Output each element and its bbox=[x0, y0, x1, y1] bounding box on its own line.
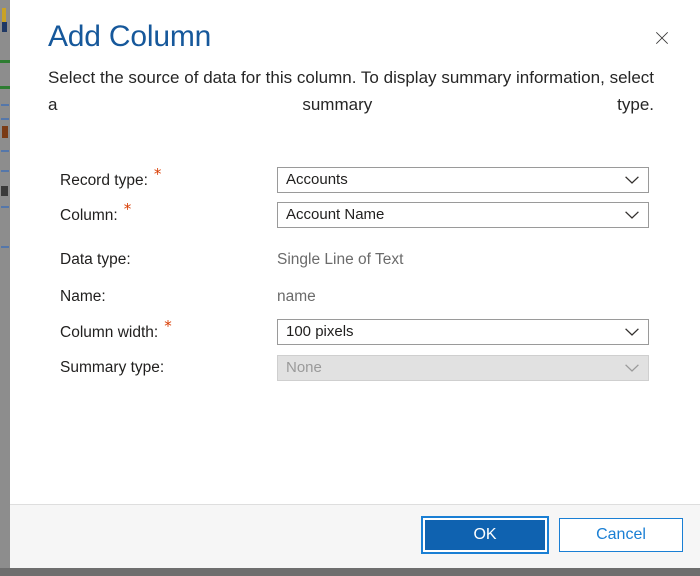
label-column-text: Column: bbox=[60, 207, 118, 225]
form-row-data-type: Data type: Single Line of Text bbox=[10, 247, 700, 273]
label-data-type: Data type: bbox=[60, 247, 131, 273]
chevron-down-icon bbox=[625, 203, 639, 227]
add-column-dialog: Add Column Select the source of data for… bbox=[10, 0, 700, 568]
page-title: Add Column bbox=[48, 20, 212, 53]
required-asterisk: * bbox=[123, 200, 132, 218]
control-summary-type: None bbox=[277, 355, 649, 381]
form-row-column: Column: * Account Name bbox=[10, 202, 700, 228]
chevron-down-icon bbox=[625, 356, 639, 380]
control-column: Account Name bbox=[277, 202, 649, 228]
chevron-down-icon bbox=[625, 168, 639, 192]
data-type-value: Single Line of Text bbox=[277, 251, 404, 268]
background-horizontal-scrollbar[interactable] bbox=[0, 568, 700, 576]
column-width-dropdown[interactable]: 100 pixels bbox=[277, 319, 649, 345]
dialog-header: Add Column bbox=[10, 0, 700, 56]
required-asterisk: * bbox=[153, 165, 162, 183]
record-type-value: Accounts bbox=[286, 171, 348, 188]
close-icon[interactable] bbox=[650, 26, 674, 50]
label-name-text: Name: bbox=[60, 288, 106, 305]
label-column: Column: * bbox=[60, 202, 131, 229]
column-dropdown[interactable]: Account Name bbox=[277, 202, 649, 228]
label-summary-type: Summary type: bbox=[60, 355, 164, 381]
chevron-down-icon bbox=[625, 320, 639, 344]
label-summary-type-text: Summary type: bbox=[60, 359, 165, 376]
background-page-sliver bbox=[0, 0, 10, 568]
form-row-column-width: Column width: * 100 pixels bbox=[10, 319, 700, 345]
dialog-description: Select the source of data for this colum… bbox=[48, 68, 654, 114]
control-record-type: Accounts bbox=[277, 167, 649, 193]
label-data-type-text: Data type: bbox=[60, 251, 131, 268]
record-type-dropdown[interactable]: Accounts bbox=[277, 167, 649, 193]
form-row-record-type: Record type: * Accounts bbox=[10, 167, 700, 193]
label-name: Name: bbox=[60, 284, 106, 310]
form-row-name: Name: name bbox=[10, 284, 700, 310]
label-column-width: Column width: * bbox=[60, 319, 172, 346]
ok-button[interactable]: OK bbox=[421, 516, 549, 554]
column-value: Account Name bbox=[286, 206, 385, 223]
column-width-value: 100 pixels bbox=[286, 323, 354, 340]
summary-type-dropdown: None bbox=[277, 355, 649, 381]
add-column-form: Record type: * Accounts Column: * Accoun… bbox=[10, 155, 700, 495]
cancel-button[interactable]: Cancel bbox=[559, 518, 683, 552]
summary-type-value: None bbox=[286, 359, 322, 376]
label-record-type: Record type: * bbox=[60, 167, 161, 194]
form-row-summary-type: Summary type: None bbox=[10, 355, 700, 381]
name-value: name bbox=[277, 288, 316, 305]
label-record-type-text: Record type: bbox=[60, 172, 148, 190]
required-asterisk: * bbox=[164, 317, 172, 335]
dialog-footer: OK Cancel bbox=[10, 504, 700, 568]
label-column-width-text: Column width: bbox=[60, 324, 159, 342]
control-column-width: 100 pixels bbox=[277, 319, 649, 345]
